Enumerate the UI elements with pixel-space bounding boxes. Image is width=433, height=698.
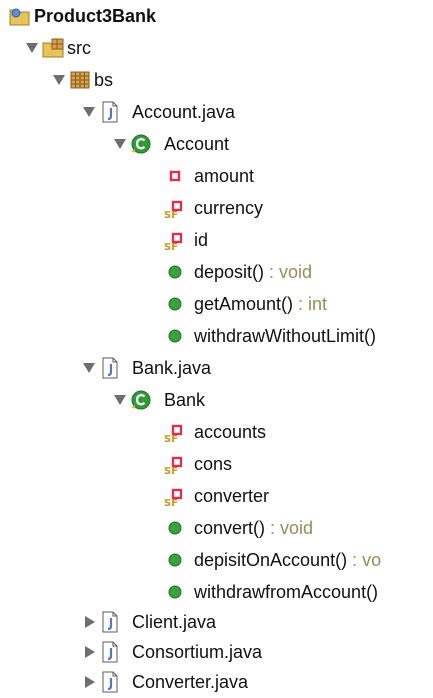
private-field-icon	[163, 160, 187, 192]
svg-text:SF: SF	[164, 466, 178, 476]
source-folder-icon	[41, 32, 65, 64]
java-file-icon	[98, 606, 122, 638]
file-label: Consortium.java	[132, 642, 263, 662]
private-final-field-icon: SF	[163, 448, 187, 480]
member-name: currency	[194, 198, 264, 218]
member-type: : vo	[347, 550, 382, 570]
java-file-icon	[98, 636, 122, 668]
member-name: accounts	[194, 422, 267, 442]
public-method-icon	[163, 256, 187, 288]
file-label: Converter.java	[132, 672, 249, 692]
member-name: converter	[194, 486, 270, 506]
svg-text:SF: SF	[164, 498, 178, 508]
public-method-icon	[163, 320, 187, 352]
public-method-icon	[163, 576, 187, 608]
member-type: : void	[264, 262, 313, 282]
member-name: id	[194, 230, 209, 250]
file-label: Client.java	[132, 612, 217, 632]
private-final-field-icon: SF	[163, 192, 187, 224]
member-name: withdrawfromAccount()	[194, 582, 379, 602]
expand-arrow-icon[interactable]	[82, 352, 96, 384]
svg-text:SF: SF	[164, 242, 178, 252]
public-method-icon	[163, 288, 187, 320]
public-method-icon	[163, 512, 187, 544]
bank-class-label: Bank	[164, 390, 206, 410]
svg-text:SF: SF	[164, 210, 178, 220]
account-class-label: Account	[164, 134, 230, 154]
account-file-label: Account.java	[132, 102, 236, 122]
java-file-icon	[98, 666, 122, 698]
member-name: cons	[194, 454, 233, 474]
member-name: deposit()	[194, 262, 265, 282]
class-icon	[129, 128, 153, 160]
member-name: convert()	[194, 518, 266, 538]
package-label: bs	[94, 70, 114, 90]
java-file-icon	[98, 96, 122, 128]
expand-arrow-icon[interactable]	[25, 32, 39, 64]
member-name: withdrawWithoutLimit()	[194, 326, 377, 346]
private-final-field-icon: SF	[163, 416, 187, 448]
collapse-arrow-icon[interactable]	[82, 636, 96, 668]
src-label: src	[67, 38, 91, 58]
member-name: getAmount()	[194, 294, 294, 314]
expand-arrow-icon[interactable]	[52, 64, 66, 96]
expand-arrow-icon[interactable]	[113, 128, 127, 160]
collapse-arrow-icon[interactable]	[82, 666, 96, 698]
member-type: : void	[265, 518, 314, 538]
java-project-icon	[8, 0, 32, 32]
bank-file-label: Bank.java	[132, 358, 212, 378]
member-type: : int	[293, 294, 328, 314]
project-name: Product3Bank	[34, 6, 157, 26]
package-icon	[68, 64, 92, 96]
private-final-field-icon: SF	[163, 480, 187, 512]
member-name: depisitOnAccount()	[194, 550, 348, 570]
java-file-icon	[98, 352, 122, 384]
expand-arrow-icon[interactable]	[82, 96, 96, 128]
svg-text:SF: SF	[164, 434, 178, 444]
collapse-arrow-icon[interactable]	[82, 606, 96, 638]
private-final-field-icon: SF	[163, 224, 187, 256]
member-name: amount	[194, 166, 255, 186]
class-icon	[129, 384, 153, 416]
public-method-icon	[163, 544, 187, 576]
expand-arrow-icon[interactable]	[113, 384, 127, 416]
